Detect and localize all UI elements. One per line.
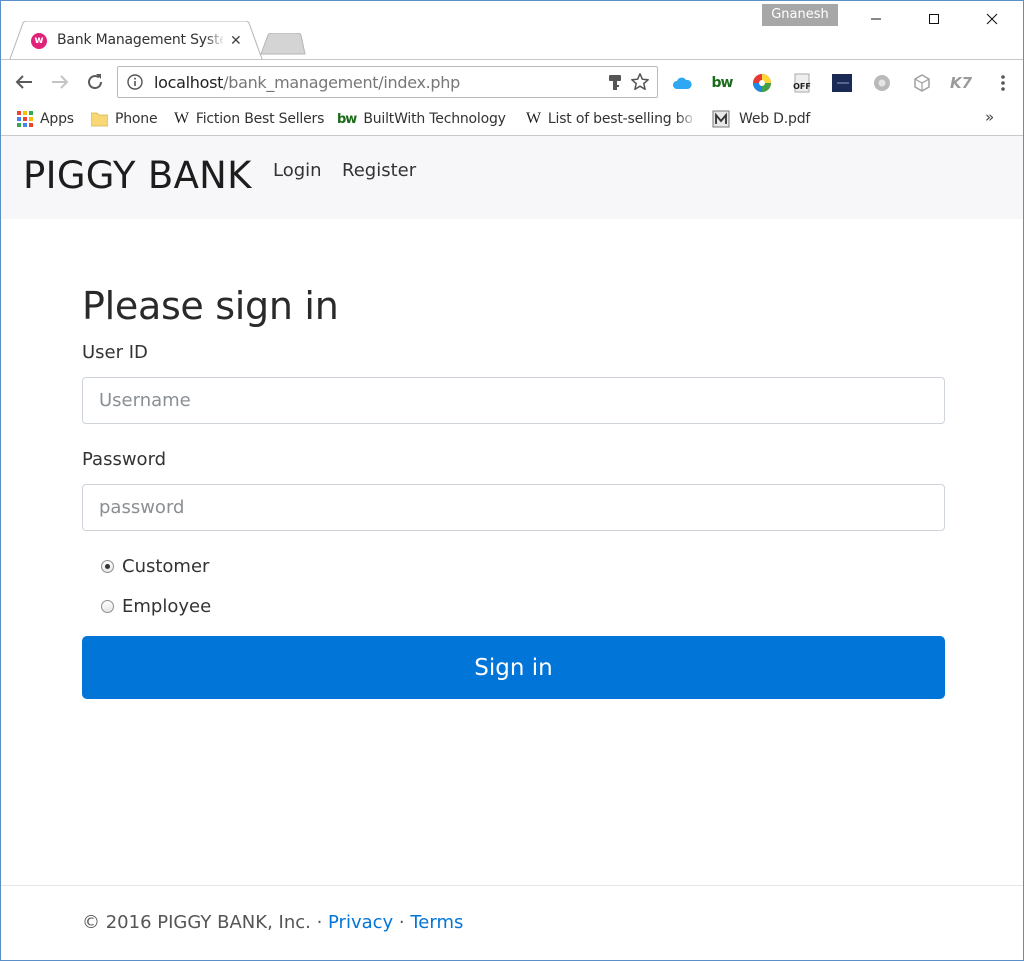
- footer: © 2016 PIGGY BANK, Inc. · Privacy · Term…: [82, 912, 463, 933]
- bookmark-fiction-best-sellers[interactable]: W Fiction Best Sellers: [174, 109, 324, 129]
- footer-separator: ·: [393, 912, 411, 933]
- bookmark-builtwith[interactable]: bw BuiltWith Technology: [337, 109, 506, 129]
- off-extension-icon[interactable]: OFF: [792, 73, 812, 93]
- color-wheel-extension-icon[interactable]: [752, 73, 772, 93]
- svg-text:OFF: OFF: [793, 82, 811, 91]
- site-navbar: PIGGY BANK Login Register: [1, 136, 1023, 219]
- tab-title: Bank Management System: [57, 32, 223, 48]
- brand-logo[interactable]: PIGGY BANK: [23, 154, 252, 197]
- bookmark-phone[interactable]: Phone: [91, 109, 158, 129]
- minimize-button[interactable]: [853, 1, 899, 37]
- nav-register-link[interactable]: Register: [342, 160, 416, 181]
- password-label: Password: [82, 449, 167, 470]
- customer-radio-option[interactable]: Customer: [101, 556, 209, 577]
- pdf-icon: [712, 110, 732, 128]
- browser-window: w Bank Management System ✕ Gnanesh local…: [0, 0, 1024, 961]
- bookmark-label: Phone: [115, 111, 158, 127]
- userid-label: User ID: [82, 342, 148, 363]
- reload-icon: [88, 74, 103, 90]
- employee-radio-option[interactable]: Employee: [101, 596, 211, 617]
- paper-extension-icon[interactable]: [832, 73, 852, 93]
- bookmark-fade: [677, 109, 697, 129]
- bookmark-label: BuiltWith Technology: [363, 111, 506, 127]
- web-page: PIGGY BANK Login Register Please sign in…: [1, 136, 1023, 960]
- builtwith-icon: bw: [337, 111, 357, 127]
- cloud-extension-icon[interactable]: [672, 73, 692, 93]
- sign-in-button[interactable]: Sign in: [82, 636, 945, 699]
- customer-radio-label[interactable]: Customer: [122, 556, 209, 577]
- back-icon: [15, 75, 32, 89]
- browser-tab[interactable]: w Bank Management System ✕: [9, 21, 263, 60]
- minimize-icon: [871, 18, 881, 20]
- title-bar: w Bank Management System ✕ Gnanesh: [1, 1, 1023, 60]
- employee-radio-label[interactable]: Employee: [122, 596, 211, 617]
- bookmark-web-d-pdf[interactable]: Web D.pdf: [712, 109, 810, 129]
- new-tab-button[interactable]: [259, 33, 307, 55]
- bookmark-list-best-selling[interactable]: W List of best-selling bo: [526, 109, 696, 129]
- apps-grid-icon: [17, 111, 33, 127]
- footer-copyright: © 2016 PIGGY BANK, Inc. ·: [82, 912, 329, 933]
- customer-radio[interactable]: [101, 560, 114, 573]
- maximize-button[interactable]: [911, 1, 957, 37]
- url-host: localhost: [154, 73, 224, 92]
- gear-cloud-extension-icon[interactable]: [872, 73, 892, 93]
- cube-extension-icon[interactable]: [912, 73, 932, 93]
- url-text[interactable]: localhost/bank_management/index.php: [154, 73, 460, 92]
- page-title: Please sign in: [82, 284, 339, 328]
- forward-button[interactable]: [48, 70, 72, 94]
- maximize-icon: [929, 14, 939, 24]
- footer-terms-link[interactable]: Terms: [410, 912, 463, 933]
- tab-close-icon[interactable]: ✕: [230, 33, 242, 49]
- back-button[interactable]: [12, 70, 36, 94]
- bookmarks-bar: Apps Phone W Fiction Best Sellers bw Bui…: [1, 103, 1023, 136]
- bookmark-label: List of best-selling bo: [547, 111, 693, 127]
- password-input[interactable]: [82, 484, 945, 531]
- footer-divider: [1, 885, 1023, 886]
- username-input[interactable]: [82, 377, 945, 424]
- bookmark-label: Web D.pdf: [739, 111, 811, 127]
- tab-title-fade: [205, 29, 225, 53]
- key-icon[interactable]: [608, 74, 622, 92]
- browser-toolbar: localhost/bank_management/index.php bw O…: [1, 59, 1023, 104]
- close-icon: [986, 13, 998, 25]
- bookmark-label: Apps: [40, 111, 74, 127]
- radio-selected-dot: [105, 564, 110, 569]
- info-icon[interactable]: [127, 74, 143, 90]
- bookmark-apps[interactable]: Apps: [17, 109, 74, 129]
- star-icon[interactable]: [630, 72, 650, 92]
- close-window-button[interactable]: [969, 1, 1015, 37]
- bookmark-label: Fiction Best Sellers: [195, 111, 325, 127]
- url-path: /bank_management/index.php: [223, 73, 460, 92]
- forward-icon: [52, 75, 69, 89]
- address-bar[interactable]: localhost/bank_management/index.php: [117, 66, 658, 98]
- wikipedia-icon: W: [526, 110, 541, 127]
- k7-extension-icon[interactable]: K7: [950, 73, 972, 93]
- wikipedia-icon: W: [174, 110, 189, 127]
- employee-radio[interactable]: [101, 600, 114, 613]
- wamp-favicon-icon: w: [31, 33, 47, 49]
- footer-privacy-link[interactable]: Privacy: [328, 912, 393, 933]
- bookmarks-overflow-button[interactable]: »: [985, 108, 994, 126]
- reload-button[interactable]: [83, 70, 107, 94]
- builtwith-extension-icon[interactable]: bw: [712, 73, 734, 93]
- nav-login-link[interactable]: Login: [273, 160, 322, 181]
- folder-icon: [91, 111, 108, 127]
- menu-icon[interactable]: [993, 73, 1013, 93]
- profile-badge[interactable]: Gnanesh: [762, 4, 838, 26]
